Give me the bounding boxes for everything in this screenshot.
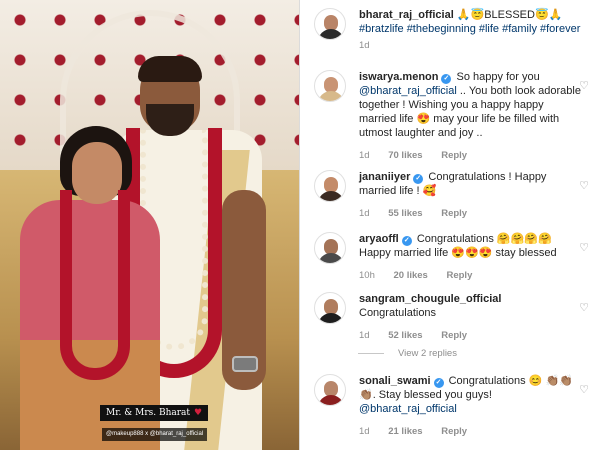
comment-likes[interactable]: 21 likes	[388, 426, 422, 437]
heart-outline-icon[interactable]: ♡	[578, 80, 590, 92]
verified-badge-icon: ✓	[441, 74, 452, 84]
post-author-username[interactable]: bharat_raj_official	[359, 9, 454, 21]
avatar[interactable]	[314, 232, 346, 264]
comment-likes[interactable]: 20 likes	[394, 270, 428, 281]
verified-badge-icon: ✓	[413, 174, 424, 184]
comment-timestamp[interactable]: 1d	[359, 330, 370, 341]
comment-timestamp[interactable]: 1d	[359, 426, 370, 437]
groom-hair	[138, 56, 202, 82]
comments-panel: bharat_raj_official 🙏😇BLESSED😇🙏 #bratzli…	[300, 0, 600, 450]
comment-likes[interactable]: 55 likes	[388, 208, 422, 219]
comment-text: Congratulations	[359, 307, 437, 319]
comment-likes[interactable]: 70 likes	[388, 150, 422, 161]
reply-button[interactable]: Reply	[441, 208, 467, 219]
comment-timestamp[interactable]: 1d	[359, 150, 370, 161]
heart-icon: ♥	[194, 408, 203, 418]
heart-outline-icon[interactable]: ♡	[578, 180, 590, 192]
comment-username[interactable]: jananiiyer	[359, 171, 410, 183]
photo-caption-tag: Mr. & Mrs. Bharat ♥	[100, 405, 209, 421]
reply-button[interactable]: Reply	[441, 426, 467, 437]
comment-username[interactable]: sangram_chougule_official	[359, 293, 501, 305]
post-photo[interactable]: Mr. & Mrs. Bharat ♥ @makeup888 x @bharat_…	[0, 0, 300, 450]
comment-username[interactable]: aryaoffl	[359, 233, 399, 245]
avatar[interactable]	[314, 170, 346, 202]
post-hashtags[interactable]: #bratzlife #thebeginning #life #family #…	[359, 22, 581, 36]
photo-caption-text: Mr. & Mrs. Bharat	[106, 408, 191, 418]
comment-timestamp[interactable]: 1d	[359, 208, 370, 219]
verified-badge-icon: ✓	[433, 378, 444, 388]
comment-mention[interactable]: @bharat_raj_official	[359, 85, 457, 97]
divider	[358, 352, 384, 354]
comment-username[interactable]: iswarya.menon	[359, 71, 438, 83]
wristwatch	[232, 356, 258, 372]
comment-username[interactable]: sonali_swami	[359, 375, 431, 387]
bride-garland	[60, 190, 130, 380]
comment-likes[interactable]: 52 likes	[388, 330, 422, 341]
view-replies-link[interactable]: View 2 replies	[358, 348, 457, 359]
post-timestamp[interactable]: 1d	[359, 40, 370, 51]
heart-outline-icon[interactable]: ♡	[578, 302, 590, 314]
comment-mention[interactable]: @bharat_raj_official	[359, 402, 581, 416]
avatar[interactable]	[314, 8, 346, 40]
avatar[interactable]	[314, 70, 346, 102]
avatar[interactable]	[314, 374, 346, 406]
heart-outline-icon[interactable]: ♡	[578, 384, 590, 396]
comment-timestamp[interactable]: 10h	[359, 270, 375, 281]
comment-text: So happy for you	[456, 71, 540, 83]
verified-badge-icon: ✓	[401, 236, 412, 246]
avatar[interactable]	[314, 292, 346, 324]
view-replies-label[interactable]: View 2 replies	[398, 348, 457, 359]
reply-button[interactable]: Reply	[441, 330, 467, 341]
heart-outline-icon[interactable]: ♡	[578, 242, 590, 254]
instagram-post-view: Mr. & Mrs. Bharat ♥ @makeup888 x @bharat_…	[0, 0, 600, 450]
reply-button[interactable]: Reply	[446, 270, 472, 281]
reply-button[interactable]: Reply	[441, 150, 467, 161]
photo-credit-tag: @makeup888 x @bharat_raj_official	[102, 428, 208, 441]
post-caption-text: 🙏😇BLESSED😇🙏	[456, 9, 563, 21]
